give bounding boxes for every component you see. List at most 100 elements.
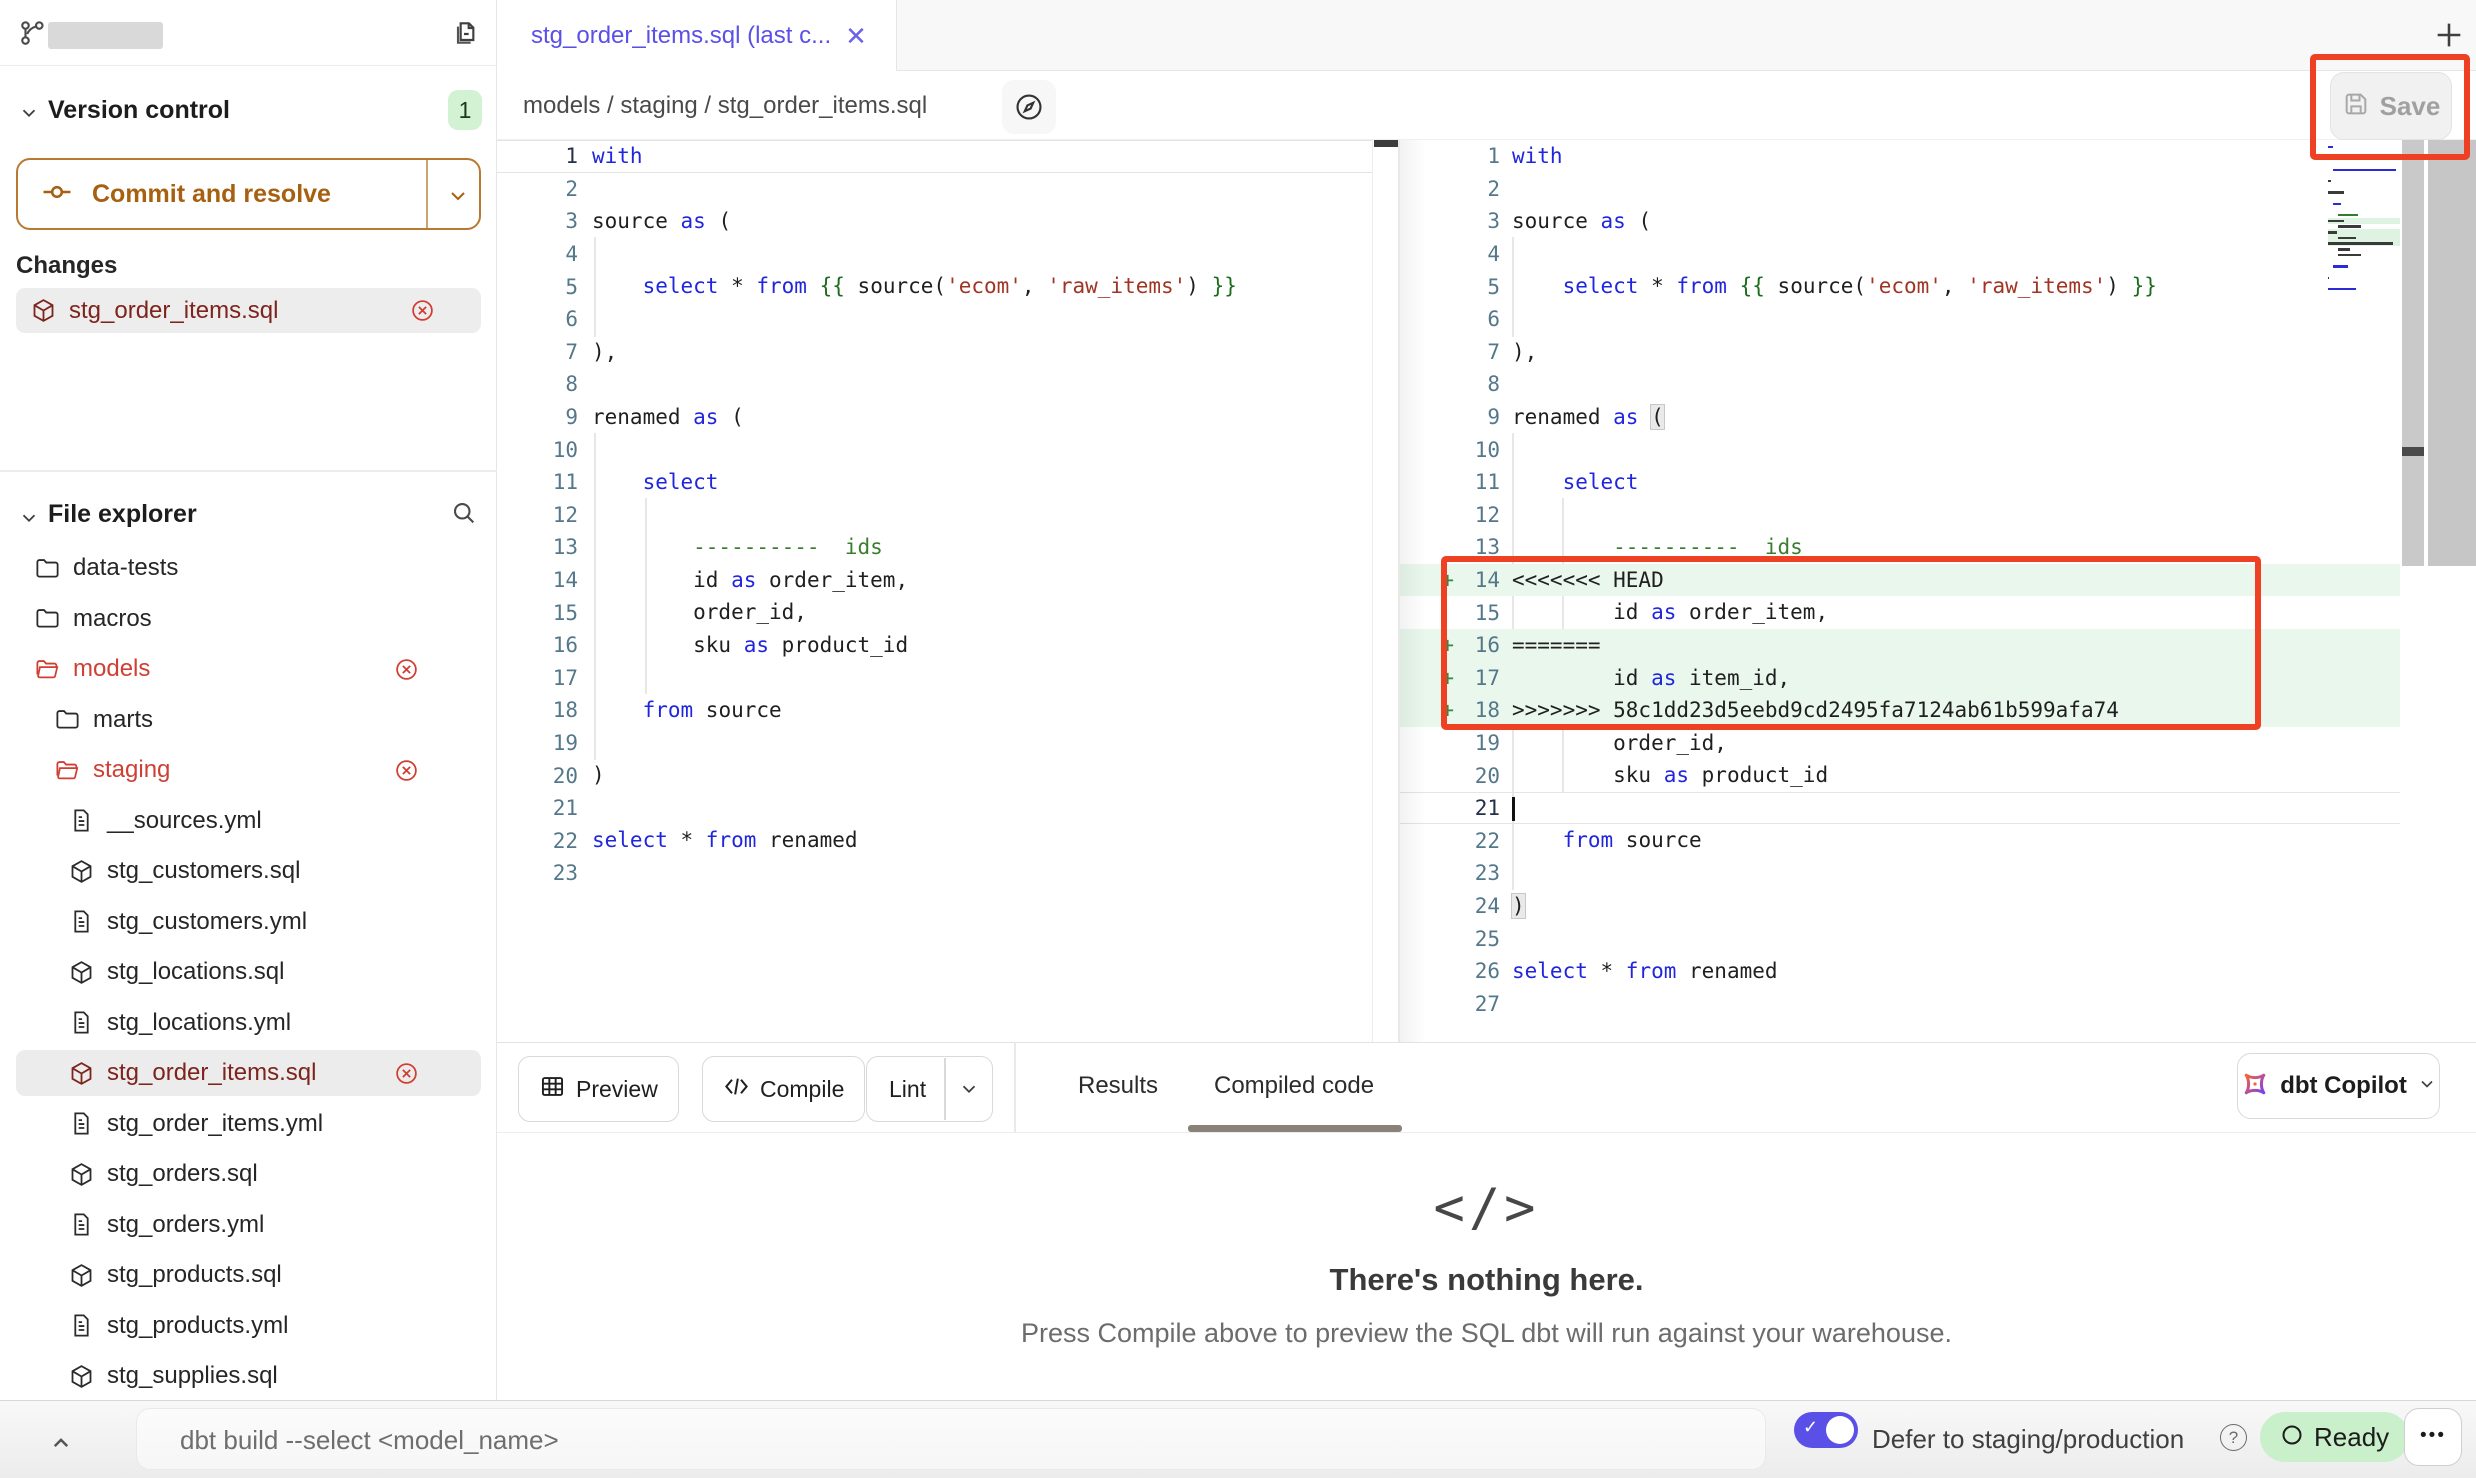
commit-and-resolve-button[interactable]: Commit and resolve [16, 158, 481, 230]
file-tree: data-tests macros modelsmartsstaging __sour… [0, 543, 497, 1402]
scrollbar-thumb[interactable] [2402, 447, 2424, 456]
changed-file-row[interactable]: stg_order_items.sql [16, 288, 481, 333]
code-text: id as order_item, [1512, 596, 1828, 629]
code-text: select * from {{ source('ecom', 'raw_ite… [1512, 270, 2157, 303]
code-line-19: 19 [497, 727, 1372, 760]
file-name: stg_products.sql [107, 1261, 282, 1289]
code-line-19: 19 order_id, [1400, 727, 2400, 760]
file-item-stg_products.yml[interactable]: stg_products.yml [0, 1301, 497, 1352]
discard-changes-icon[interactable] [410, 298, 435, 328]
new-tab-icon[interactable] [2432, 18, 2466, 57]
chevron-down-icon[interactable] [18, 507, 40, 534]
lint-button[interactable]: Lint [866, 1056, 993, 1122]
line-number: 9 [1460, 405, 1504, 429]
file-item-stg_products.sql[interactable]: stg_products.sql [0, 1250, 497, 1301]
compile-button[interactable]: Compile [702, 1056, 865, 1122]
file-item-stg_orders.sql[interactable]: stg_orders.sql [0, 1149, 497, 1200]
code-text: with [1512, 140, 1563, 173]
discard-changes-icon[interactable] [394, 657, 419, 687]
file-item-stg_locations.sql[interactable]: stg_locations.sql [0, 947, 497, 998]
file-name: stg_products.yml [107, 1312, 288, 1340]
code-editor-incoming[interactable]: 1with23source as (45 select * from {{ so… [1400, 140, 2400, 1020]
code-text: ======= [1512, 629, 1601, 662]
folder-icon [34, 605, 61, 632]
file-item-stg_supplies.sql[interactable]: stg_supplies.sql [0, 1351, 497, 1402]
line-number: 26 [1460, 959, 1504, 983]
code-line-17: 17 [497, 662, 1372, 695]
folder-open-icon [54, 757, 81, 784]
file-item-stg_orders.yml[interactable]: stg_orders.yml [0, 1200, 497, 1251]
close-tab-icon[interactable]: ✕ [845, 23, 867, 49]
file-item-stg_customers.sql[interactable]: stg_customers.sql [0, 846, 497, 897]
code-line-18: +18>>>>>>> 58c1dd23d5eebd9cd2495fa7124ab… [1400, 694, 2400, 727]
code-line-20: 20 sku as product_id [1400, 759, 2400, 792]
file-name: stg_customers.yml [107, 908, 307, 936]
discard-changes-icon[interactable] [394, 758, 419, 788]
help-icon[interactable]: ? [2220, 1424, 2247, 1451]
line-number: 8 [497, 372, 584, 396]
doc-icon [68, 1211, 95, 1238]
version-control-title[interactable]: Version control [48, 96, 230, 125]
file-item-data-tests[interactable]: data-tests [0, 543, 497, 594]
code-text: select [1512, 466, 1638, 499]
lineage-compass-button[interactable] [1002, 80, 1056, 134]
compile-label: Compile [760, 1076, 844, 1103]
tab-stg-order-items[interactable]: stg_order_items.sql (last c... ✕ [497, 0, 897, 71]
line-number: 17 [497, 666, 584, 690]
file-name: stg_supplies.sql [107, 1362, 278, 1390]
code-text: source as ( [592, 205, 731, 238]
editor-scrollbar-thumb[interactable] [1374, 140, 1398, 147]
breadcrumb[interactable]: models / staging / stg_order_items.sql [523, 92, 927, 120]
dbt-copilot-button[interactable]: dbt Copilot [2237, 1053, 2440, 1119]
code-line-20: 20) [497, 759, 1372, 792]
chevron-down-icon[interactable] [18, 102, 40, 129]
file-item-models[interactable]: models [0, 644, 497, 695]
defer-toggle[interactable]: ✓ [1794, 1412, 1858, 1448]
save-button[interactable]: Save [2330, 72, 2452, 140]
code-line-4: 4 [497, 238, 1372, 271]
code-text: id as item_id, [1512, 662, 1790, 695]
changes-count-badge: 1 [448, 90, 482, 130]
chevron-down-icon[interactable] [446, 184, 470, 213]
file-item-stg_customers.yml[interactable]: stg_customers.yml [0, 897, 497, 948]
status-ready-badge[interactable]: Ready [2260, 1412, 2409, 1462]
code-line-23: 23 [1400, 857, 2400, 890]
code-editor-current[interactable]: 1with23source as (45 select * from {{ so… [497, 140, 1372, 890]
file-name: __sources.yml [107, 807, 262, 835]
minimap-scrollbar[interactable] [2402, 140, 2424, 566]
file-item-stg_locations.yml[interactable]: stg_locations.yml [0, 998, 497, 1049]
collapse-panel-icon[interactable] [46, 1428, 76, 1463]
line-number: 18 [1460, 698, 1504, 722]
line-number: 21 [1460, 796, 1504, 820]
file-item-macros[interactable]: macros [0, 594, 497, 645]
git-branch-icon[interactable] [18, 18, 48, 48]
preview-button[interactable]: Preview [518, 1056, 679, 1122]
code-text: ), [1512, 336, 1537, 369]
discard-changes-icon[interactable] [394, 1061, 419, 1091]
text-cursor [1512, 797, 1515, 821]
copy-files-icon[interactable] [450, 16, 482, 48]
code-line-11: 11 select [497, 466, 1372, 499]
preview-label: Preview [576, 1076, 658, 1103]
file-item-stg_order_items.yml[interactable]: stg_order_items.yml [0, 1099, 497, 1150]
file-explorer-title[interactable]: File explorer [48, 500, 197, 529]
tab-compiled-code[interactable]: Compiled code [1214, 1072, 1374, 1100]
pane-shadow [1400, 140, 1426, 1042]
file-item-marts[interactable]: marts [0, 695, 497, 746]
model-cube-icon [68, 1262, 95, 1289]
line-number: 23 [497, 861, 584, 885]
file-item-stg_order_items.sql[interactable]: stg_order_items.sql [0, 1048, 497, 1099]
code-line-22: 22select * from renamed [497, 824, 1372, 857]
search-icon[interactable] [450, 499, 478, 532]
file-item-__sources.yml[interactable]: __sources.yml [0, 796, 497, 847]
chevron-down-icon[interactable] [946, 1078, 992, 1100]
more-options-button[interactable]: ••• [2404, 1408, 2462, 1466]
ready-label: Ready [2314, 1422, 2389, 1453]
lint-label[interactable]: Lint [867, 1076, 944, 1103]
tab-results[interactable]: Results [1078, 1072, 1158, 1100]
file-item-staging[interactable]: staging [0, 745, 497, 796]
code-line-8: 8 [497, 368, 1372, 401]
minimap[interactable] [2328, 144, 2400, 298]
editor-scrollbar[interactable] [2428, 140, 2476, 566]
file-name: macros [73, 605, 152, 633]
